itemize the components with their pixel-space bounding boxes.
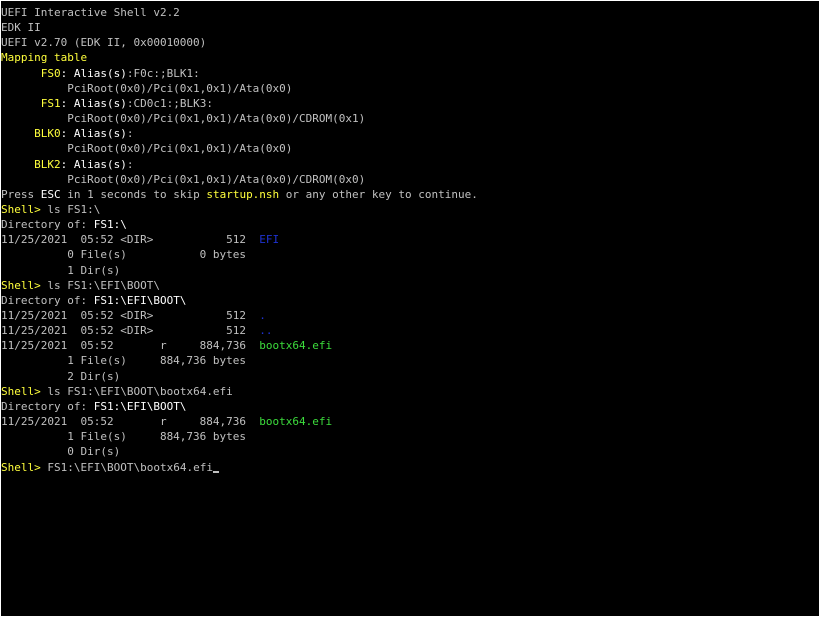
console-line: 11/25/2021 05:52 r 884,736 bootx64.efi <box>1 414 332 429</box>
console-line: 11/25/2021 05:52 <DIR> 512 EFI <box>1 232 279 247</box>
console-text: 2 Dir(s) <box>1 369 121 383</box>
console-line: 0 File(s) 0 bytes <box>1 247 246 262</box>
console-text: EDK II <box>1 21 41 35</box>
console-line: Directory of: FS1:\EFI\BOOT\ <box>1 399 186 414</box>
console-line: Directory of: FS1:\EFI\BOOT\ <box>1 293 186 308</box>
console-text: : Alias(s) <box>60 66 127 80</box>
console-text: BLK0 <box>1 127 61 141</box>
console-text: EFI <box>259 233 280 247</box>
console-line: 1 Dir(s) <box>1 263 120 278</box>
console-text: : <box>126 127 134 141</box>
console-line: Shell> ls FS1:\ <box>1 202 100 217</box>
console-line: BLK2: Alias(s): <box>1 157 133 172</box>
console-text: : <box>126 157 134 171</box>
console-text: .. <box>259 324 273 338</box>
console-line: 1 File(s) 884,736 bytes <box>1 353 246 368</box>
console-text: BLK2 <box>1 157 61 171</box>
console-text: Directory of: <box>1 293 94 307</box>
console-text: UEFI v2.70 (EDK II, 0x00010000) <box>1 36 207 50</box>
console-line: Mapping table <box>1 50 87 65</box>
console-text: or any other key to continue. <box>279 187 478 201</box>
console-text: UEFI Interactive Shell v2.2 <box>1 6 180 19</box>
console-text: Press <box>1 187 41 201</box>
console-line: PciRoot(0x0)/Pci(0x1,0x1)/Ata(0x0) <box>1 141 292 156</box>
console-text: PciRoot(0x0)/Pci(0x1,0x1)/Ata(0x0)/CDROM… <box>1 112 366 126</box>
console-text: FS1:\EFI\BOOT\ <box>93 293 187 307</box>
console-line: 11/25/2021 05:52 r 884,736 bootx64.efi <box>1 338 332 353</box>
console-text: bootx64.efi <box>259 339 333 353</box>
console-line: 1 File(s) 884,736 bytes <box>1 429 246 444</box>
command-prompt-line[interactable]: Shell> FS1:\EFI\BOOT\bootx64.efi <box>1 460 219 475</box>
console-text: PciRoot(0x0)/Pci(0x1,0x1)/Ata(0x0)/CDROM… <box>1 172 366 186</box>
console-line: FS0: Alias(s):F0c:;BLK1: <box>1 66 200 81</box>
console-line: 0 Dir(s) <box>1 444 120 459</box>
console-line: Press ESC in 1 seconds to skip startup.n… <box>1 187 478 202</box>
console-text: in 1 seconds to skip <box>60 187 207 201</box>
command-input[interactable]: FS1:\EFI\BOOT\bootx64.efi <box>41 461 213 474</box>
console-line: FS1: Alias(s):CD0c1:;BLK3: <box>1 96 213 111</box>
console-text: ESC <box>40 187 61 201</box>
console-line: UEFI Interactive Shell v2.2 <box>1 5 180 20</box>
console-text: 11/25/2021 05:52 r 884,736 <box>1 415 260 429</box>
console-text: Shell> <box>1 384 41 398</box>
console-text: :CD0c1:;BLK3: <box>126 96 213 110</box>
console-line: BLK0: Alias(s): <box>1 126 133 141</box>
console-text: : Alias(s) <box>60 127 127 141</box>
console-line: 11/25/2021 05:52 <DIR> 512 . <box>1 308 266 323</box>
console-text: FS1 <box>1 96 61 110</box>
console-line: PciRoot(0x0)/Pci(0x1,0x1)/Ata(0x0)/CDROM… <box>1 111 365 126</box>
shell-prompt-label: Shell> <box>1 460 41 474</box>
console-text: FS1:\EFI\BOOT\ <box>93 399 187 413</box>
console-text: ls FS1:\ <box>40 202 101 216</box>
console-line: Directory of: FS1:\ <box>1 217 127 232</box>
console-text: 11/25/2021 05:52 <DIR> 512 <box>1 309 260 322</box>
console-text: bootx64.efi <box>259 415 333 429</box>
console-text: 1 Dir(s) <box>1 263 121 277</box>
console-text: 11/25/2021 05:52 <DIR> 512 <box>1 324 260 338</box>
console-line: 2 Dir(s) <box>1 369 120 384</box>
console-line: UEFI v2.70 (EDK II, 0x00010000) <box>1 35 206 50</box>
console-text: startup.nsh <box>206 187 280 201</box>
console-text: : Alias(s) <box>60 96 127 110</box>
console-line: PciRoot(0x0)/Pci(0x1,0x1)/Ata(0x0) <box>1 81 292 96</box>
console-text: : Alias(s) <box>60 157 127 171</box>
text-cursor <box>212 470 219 473</box>
console-text: FS0 <box>1 66 61 80</box>
console-text: PciRoot(0x0)/Pci(0x1,0x1)/Ata(0x0) <box>1 81 293 95</box>
uefi-shell-console[interactable]: UEFI Interactive Shell v2.2 EDK II UEFI v2… <box>1 1 819 616</box>
console-text: PciRoot(0x0)/Pci(0x1,0x1)/Ata(0x0) <box>1 142 293 156</box>
console-line: EDK II <box>1 20 41 35</box>
console-line: 11/25/2021 05:52 <DIR> 512 .. <box>1 323 273 338</box>
console-text: 11/25/2021 05:52 <DIR> 512 <box>1 233 260 247</box>
console-text: 0 Dir(s) <box>1 445 121 459</box>
console-text: 0 File(s) 0 bytes <box>1 248 247 262</box>
console-text: . <box>259 309 266 322</box>
console-text: 1 File(s) 884,736 bytes <box>1 430 247 444</box>
console-line: Shell> ls FS1:\EFI\BOOT\ <box>1 278 160 293</box>
console-text: ls FS1:\EFI\BOOT\ <box>40 278 160 292</box>
console-text: 11/25/2021 05:52 r 884,736 <box>1 339 260 353</box>
console-text: 1 File(s) 884,736 bytes <box>1 354 247 368</box>
console-text: Shell> <box>1 202 41 216</box>
console-text: :F0c:;BLK1: <box>126 66 200 80</box>
console-text: ls FS1:\EFI\BOOT\bootx64.efi <box>40 384 233 398</box>
console-text: Shell> <box>1 278 41 292</box>
console-text: FS1:\ <box>93 218 127 232</box>
console-line: Shell> ls FS1:\EFI\BOOT\bootx64.efi <box>1 384 233 399</box>
console-text: Directory of: <box>1 399 94 413</box>
console-line: PciRoot(0x0)/Pci(0x1,0x1)/Ata(0x0)/CDROM… <box>1 172 365 187</box>
console-text: Directory of: <box>1 218 94 232</box>
console-text: Mapping table <box>1 51 88 65</box>
